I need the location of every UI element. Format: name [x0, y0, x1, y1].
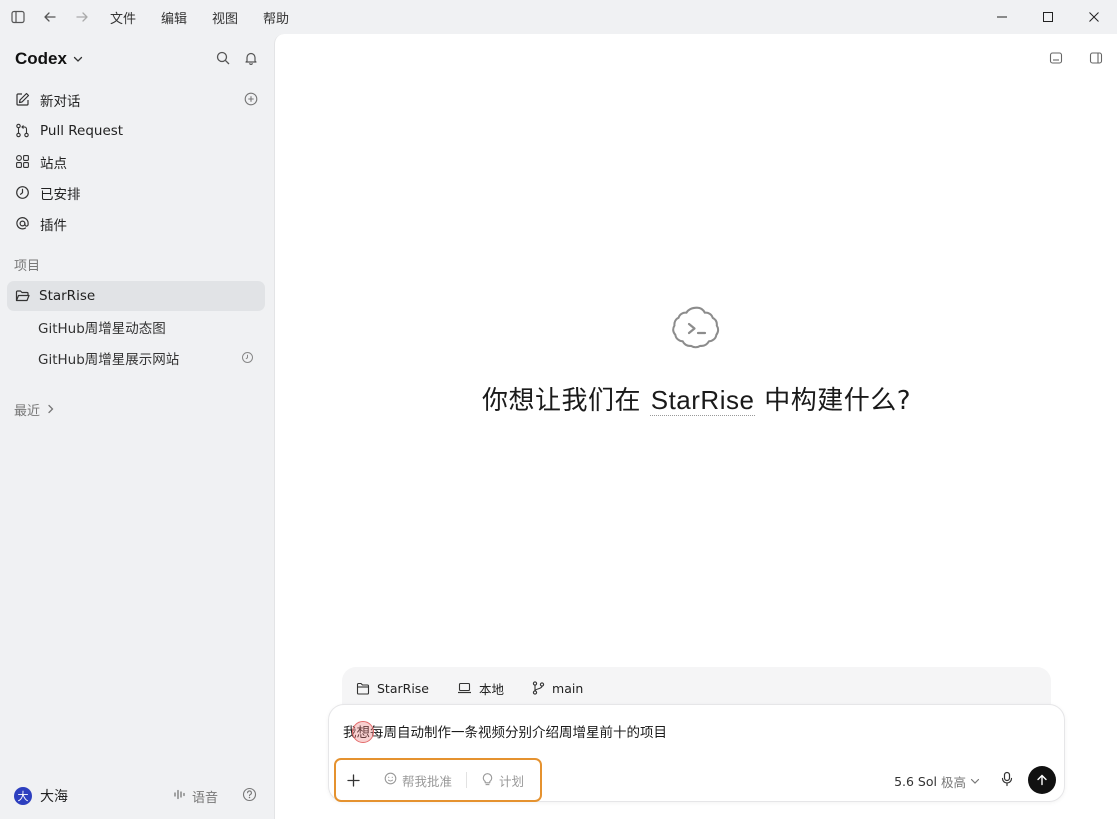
pill-divider	[466, 772, 468, 788]
context-project-label: StarRise	[377, 680, 429, 696]
menu-file[interactable]: 文件	[110, 8, 136, 27]
git-pull-icon	[14, 123, 30, 139]
nav-pull-request[interactable]: Pull Request	[0, 115, 274, 146]
hero-heading: 你想让我们在 StarRise 中构建什么?	[275, 380, 1117, 417]
chevron-down-icon[interactable]	[73, 54, 83, 64]
menu-view[interactable]: 视图	[212, 8, 238, 27]
sidebar-toggle-icon[interactable]	[2, 0, 34, 34]
maximize-button[interactable]	[1025, 0, 1071, 34]
close-button[interactable]	[1071, 0, 1117, 34]
reasoning-level: 极高	[940, 775, 966, 790]
nav-label: Pull Request	[40, 122, 124, 139]
nav-label: 新对话	[40, 93, 81, 110]
nav-scheduled[interactable]: 已安排	[0, 177, 274, 208]
nav-label: 插件	[40, 217, 67, 234]
hero-project-link[interactable]: StarRise	[649, 385, 756, 416]
window-controls	[979, 0, 1117, 34]
send-button[interactable]	[1028, 766, 1056, 794]
plan-mode-pill[interactable]: 计划	[481, 771, 524, 790]
folder-open-icon	[15, 289, 30, 303]
plan-mode-label: 计划	[499, 773, 525, 789]
search-icon[interactable]	[216, 50, 230, 69]
context-branch-label: main	[552, 680, 584, 696]
codex-cloud-icon	[672, 303, 722, 357]
nav-plugins[interactable]: 插件	[0, 208, 274, 239]
back-arrow-icon[interactable]	[34, 0, 66, 34]
context-env-selector[interactable]: 本地	[457, 679, 504, 698]
attach-plus-button[interactable]	[344, 771, 362, 789]
main-panel: 你想让我们在 StarRise 中构建什么? StarRise 本地 main …	[274, 34, 1117, 819]
folder-icon	[356, 682, 370, 695]
voice-button[interactable]: 语音	[173, 787, 218, 806]
chevron-right-icon	[46, 404, 55, 414]
menu-help[interactable]: 帮助	[263, 8, 289, 27]
voice-label: 语音	[191, 791, 218, 806]
menu-bar: 文件 编辑 视图 帮助	[110, 8, 314, 27]
model-name: 5.6 Sol	[894, 774, 937, 789]
project-label: StarRise	[39, 288, 96, 304]
terminal-panel-icon[interactable]	[1049, 50, 1063, 69]
add-circle-icon[interactable]	[244, 92, 258, 110]
menu-edit[interactable]: 编辑	[161, 8, 187, 27]
user-name[interactable]: 大海	[40, 786, 68, 806]
chevron-down-icon	[970, 774, 980, 789]
nav-sites[interactable]: 站点	[0, 146, 274, 177]
side-panel-icon[interactable]	[1089, 50, 1103, 69]
bell-icon[interactable]	[244, 50, 258, 69]
clock-icon	[14, 185, 30, 201]
help-icon[interactable]	[242, 787, 257, 806]
projects-section-label: 项目	[14, 258, 41, 274]
recent-section[interactable]: 最近	[0, 394, 274, 424]
clock-icon	[241, 351, 254, 368]
brand-title[interactable]: Codex	[15, 49, 67, 69]
forward-arrow-icon[interactable]	[66, 0, 98, 34]
main-toolbar	[1049, 50, 1103, 69]
project-item[interactable]: StarRise	[7, 281, 265, 311]
laptop-icon	[457, 682, 472, 694]
approve-mode-label: 帮我批准	[402, 773, 453, 789]
composer[interactable]: 我想每周自动制作一条视频分别介绍周增星前十的项目 帮我批准 计划 5.6 Sol	[328, 704, 1065, 802]
grid-icon	[14, 154, 30, 170]
lightbulb-icon	[481, 772, 494, 789]
recent-label: 最近	[14, 403, 41, 419]
smiley-icon	[384, 772, 397, 788]
avatar[interactable]: 大	[14, 787, 32, 805]
context-bar: StarRise 本地 main	[342, 667, 1051, 709]
hero-text-before: 你想让我们在	[481, 386, 650, 416]
at-icon	[14, 216, 30, 232]
thread-item[interactable]: GitHub周增星展示网站	[0, 342, 274, 373]
thread-label: GitHub周增星展示网站	[38, 351, 180, 368]
context-branch-selector[interactable]: main	[532, 681, 583, 696]
sidebar: Codex 新对话 Pull Request 站点 已安排 插件 项目 Star…	[0, 34, 274, 819]
edit-icon	[14, 92, 30, 108]
thread-label: GitHub周增星动态图	[38, 320, 166, 337]
git-branch-icon	[532, 681, 545, 695]
title-bar: 文件 编辑 视图 帮助	[0, 0, 1117, 34]
sidebar-footer: 大 大海 语音	[0, 773, 274, 819]
minimize-button[interactable]	[979, 0, 1025, 34]
brand-row: Codex	[0, 34, 274, 84]
nav-label: 已安排	[40, 186, 81, 203]
waveform-icon	[173, 788, 187, 805]
approve-mode-pill[interactable]: 帮我批准	[384, 771, 452, 790]
composer-input[interactable]: 我想每周自动制作一条视频分别介绍周增星前十的项目	[343, 721, 667, 741]
hero-text-after: 中构建什么?	[755, 386, 912, 416]
model-selector[interactable]: 5.6 Sol 极高	[894, 772, 980, 791]
click-cursor-marker	[352, 721, 374, 743]
context-env-label: 本地	[479, 681, 505, 697]
context-project-selector[interactable]: StarRise	[356, 681, 429, 696]
arrow-up-icon	[1036, 771, 1048, 790]
thread-item[interactable]: GitHub周增星动态图	[0, 311, 274, 342]
microphone-icon[interactable]	[1000, 771, 1014, 791]
nav-new-chat[interactable]: 新对话	[0, 84, 274, 115]
nav-label: 站点	[40, 155, 67, 172]
composer-tools-highlight: 帮我批准 计划	[334, 758, 542, 802]
